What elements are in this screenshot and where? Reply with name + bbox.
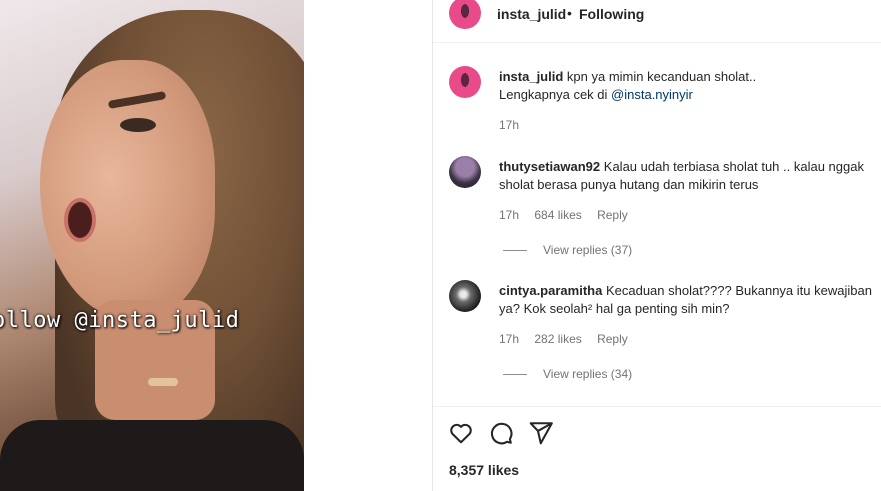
comment-text-block: thutysetiawan92 Kalau udah terbiasa shol… bbox=[499, 158, 881, 194]
comment-username[interactable]: thutysetiawan92 bbox=[499, 159, 600, 174]
caption-avatar[interactable] bbox=[449, 66, 481, 98]
reply-button[interactable]: Reply bbox=[597, 208, 628, 222]
comment-item: thutysetiawan92 Kalau udah terbiasa shol… bbox=[433, 156, 881, 261]
photo-eye bbox=[120, 118, 156, 132]
post-header: insta_julid • Following bbox=[433, 0, 881, 43]
view-replies-button[interactable]: View replies (37) bbox=[503, 243, 632, 257]
actions-divider bbox=[433, 406, 881, 407]
header-avatar[interactable] bbox=[449, 0, 481, 29]
view-replies-label: View replies (37) bbox=[543, 243, 633, 257]
caption-text: kpn ya mimin kecanduan sholat.. bbox=[566, 69, 757, 84]
photo-mouth bbox=[64, 198, 96, 242]
comment-likes[interactable]: 282 likes bbox=[534, 332, 581, 346]
comment-icon[interactable] bbox=[488, 420, 514, 446]
comment-avatar[interactable] bbox=[449, 156, 481, 188]
header-separator: • bbox=[567, 5, 572, 21]
header-username[interactable]: insta_julid bbox=[497, 6, 566, 22]
caption-username[interactable]: insta_julid bbox=[499, 69, 563, 84]
comment-meta: 17h 282 likes Reply bbox=[499, 332, 640, 346]
heart-icon[interactable] bbox=[448, 420, 474, 446]
replies-line bbox=[503, 374, 527, 376]
caption-line2: Lengkapnya cek di bbox=[499, 87, 612, 102]
view-replies-button[interactable]: View replies (34) bbox=[503, 367, 632, 381]
following-button[interactable]: Following bbox=[579, 6, 644, 22]
caption-mention-link[interactable]: @insta.nyinyir bbox=[611, 87, 693, 102]
caption-text-block: insta_julid kpn ya mimin kecanduan shola… bbox=[499, 68, 881, 104]
comment-meta: 17h 684 likes Reply bbox=[499, 208, 640, 222]
comment-time[interactable]: 17h bbox=[499, 332, 519, 346]
comment-username[interactable]: cintya.paramitha bbox=[499, 283, 602, 298]
caption-time[interactable]: 17h bbox=[499, 118, 519, 132]
replies-line bbox=[503, 250, 527, 252]
share-icon[interactable] bbox=[528, 420, 554, 446]
reply-button[interactable]: Reply bbox=[597, 332, 628, 346]
comment-time[interactable]: 17h bbox=[499, 208, 519, 222]
photo-necklace bbox=[148, 378, 178, 386]
comment-avatar[interactable] bbox=[449, 280, 481, 312]
caption-meta: 17h bbox=[499, 118, 531, 132]
comment-text-block: cintya.paramitha Kecaduan sholat???? Buk… bbox=[499, 282, 881, 318]
photo-shirt bbox=[0, 420, 304, 491]
view-replies-label: View replies (34) bbox=[543, 367, 633, 381]
caption: insta_julid kpn ya mimin kecanduan shola… bbox=[433, 66, 881, 136]
post-media-image[interactable]: ollow @insta_julid bbox=[0, 0, 304, 491]
likes-count[interactable]: 8,357 likes bbox=[449, 462, 519, 478]
comment-likes[interactable]: 684 likes bbox=[534, 208, 581, 222]
comment-item: cintya.paramitha Kecaduan sholat???? Buk… bbox=[433, 280, 881, 385]
media-watermark-text: ollow @insta_julid bbox=[0, 308, 240, 333]
